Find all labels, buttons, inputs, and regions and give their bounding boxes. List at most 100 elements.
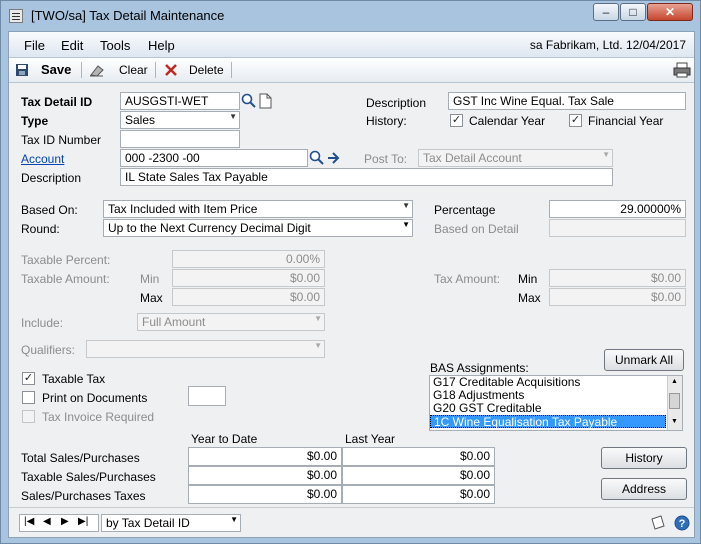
- menu-file[interactable]: File: [24, 38, 45, 53]
- sort-by-dropdown[interactable]: by Tax Detail ID ▼: [101, 514, 241, 532]
- tax-amount-label: Tax Amount:: [434, 272, 501, 286]
- calendar-year-checkbox[interactable]: ✓: [450, 114, 463, 127]
- sales-taxes-label: Sales/Purchases Taxes: [21, 489, 146, 503]
- tax-invoice-required-checkbox[interactable]: [22, 410, 35, 423]
- window-title: [TWO/sa] Tax Detail Maintenance: [31, 8, 225, 23]
- unmark-all-button[interactable]: Unmark All: [604, 349, 684, 371]
- post-to-label: Post To:: [364, 152, 408, 166]
- lookup-icon[interactable]: [241, 93, 257, 109]
- post-to-dropdown[interactable]: Tax Detail Account ▼: [418, 149, 613, 167]
- list-item[interactable]: G20 GST Creditable: [430, 402, 682, 415]
- client-area: File Edit Tools Help sa Fabrikam, Ltd. 1…: [8, 31, 695, 538]
- based-on-dropdown[interactable]: Tax Included with Item Price ▼: [103, 200, 413, 218]
- menu-bar: File Edit Tools Help sa Fabrikam, Ltd. 1…: [9, 32, 694, 58]
- account-lookup-icon[interactable]: [309, 150, 325, 166]
- total-sales-label: Total Sales/Purchases: [21, 451, 140, 465]
- taxable-max-label: Max: [140, 291, 163, 305]
- scrollbar[interactable]: ▲ ▼: [667, 376, 682, 430]
- total-sales-ytd: $0.00: [188, 447, 342, 466]
- arrow-right-icon[interactable]: [327, 151, 340, 165]
- percentage-label: Percentage: [434, 203, 496, 217]
- delete-button[interactable]: Delete: [189, 63, 224, 77]
- description-field[interactable]: GST Inc Wine Equal. Tax Sale: [448, 92, 686, 110]
- new-document-icon[interactable]: [259, 93, 272, 109]
- print-on-documents-field[interactable]: [188, 386, 226, 406]
- taxable-tax-checkbox[interactable]: ✓: [22, 372, 35, 385]
- delete-icon[interactable]: [164, 63, 178, 77]
- scroll-down-icon[interactable]: ▼: [671, 418, 678, 425]
- toolbar-separator: [231, 62, 232, 78]
- maximize-button[interactable]: □: [620, 3, 646, 21]
- menu-edit[interactable]: Edit: [61, 38, 83, 53]
- previous-record-icon[interactable]: ◀: [43, 516, 51, 527]
- next-record-icon[interactable]: ▶: [61, 516, 69, 527]
- save-button[interactable]: Save: [41, 62, 71, 77]
- type-value: Sales: [125, 113, 156, 127]
- description-label: Description: [366, 96, 427, 110]
- include-dropdown[interactable]: Full Amount ▼: [137, 313, 325, 331]
- scroll-thumb[interactable]: [669, 393, 680, 409]
- sort-by-value: by Tax Detail ID: [106, 516, 190, 530]
- based-on-value: Tax Included with Item Price: [108, 202, 258, 216]
- percentage-field[interactable]: 29.00000%: [549, 200, 686, 218]
- history-button[interactable]: History: [601, 447, 687, 469]
- taxable-percent-label: Taxable Percent:: [21, 253, 111, 267]
- taxable-sales-ytd: $0.00: [188, 466, 342, 485]
- note-icon[interactable]: [650, 515, 666, 531]
- tax-detail-id-label: Tax Detail ID: [21, 95, 93, 109]
- account-description-field: IL State Sales Tax Payable: [120, 168, 613, 186]
- first-record-icon[interactable]: |◀: [24, 516, 34, 527]
- print-on-documents-checkbox[interactable]: [22, 391, 35, 404]
- scroll-up-icon[interactable]: ▲: [671, 378, 678, 385]
- user-info: sa Fabrikam, Ltd. 12/04/2017: [529, 38, 686, 52]
- chevron-down-icon: ▼: [314, 341, 322, 350]
- list-item-selected[interactable]: 1C Wine Equalisation Tax Payable: [430, 415, 666, 429]
- chevron-down-icon: ▼: [402, 201, 410, 210]
- taxable-sales-label: Taxable Sales/Purchases: [21, 470, 156, 484]
- record-navigation: |◀ ◀ ▶ ▶|: [19, 514, 99, 532]
- include-label: Include:: [21, 316, 64, 330]
- account-link[interactable]: Account: [21, 152, 64, 166]
- taxable-amount-label: Taxable Amount:: [21, 272, 110, 286]
- total-sales-ly: $0.00: [342, 447, 495, 466]
- round-value: Up to the Next Currency Decimal Digit: [108, 221, 311, 235]
- sales-taxes-ytd: $0.00: [188, 485, 342, 504]
- toolbar-separator: [155, 62, 156, 78]
- menu-tools[interactable]: Tools: [100, 38, 130, 53]
- based-on-detail-label: Based on Detail: [434, 222, 519, 236]
- app-icon: [9, 9, 23, 23]
- tax-detail-id-field[interactable]: AUSGSTI-WET: [120, 92, 240, 110]
- eraser-icon[interactable]: [89, 63, 105, 77]
- qualifiers-dropdown[interactable]: ▼: [86, 340, 325, 358]
- help-icon[interactable]: ?: [674, 515, 690, 531]
- bas-assignments-list[interactable]: G17 Creditable Acquisitions G18 Adjustme…: [429, 375, 683, 431]
- financial-year-checkbox[interactable]: ✓: [569, 114, 582, 127]
- close-button[interactable]: ✕: [647, 3, 693, 21]
- financial-year-label: Financial Year: [588, 114, 664, 128]
- save-icon[interactable]: [15, 63, 29, 77]
- minimize-button[interactable]: –: [593, 3, 619, 21]
- tax-min-field: $0.00: [549, 269, 686, 287]
- chevron-down-icon: ▼: [230, 515, 238, 524]
- year-to-date-header: Year to Date: [191, 432, 258, 446]
- clear-button[interactable]: Clear: [119, 63, 148, 77]
- history-label: History:: [366, 114, 407, 128]
- taxable-tax-label: Taxable Tax: [42, 372, 106, 386]
- taxable-min-field: $0.00: [172, 269, 325, 287]
- title-bar: [TWO/sa] Tax Detail Maintenance – □ ✕: [1, 1, 700, 31]
- toolbar-separator: [81, 62, 82, 78]
- calendar-year-label: Calendar Year: [469, 114, 546, 128]
- round-dropdown[interactable]: Up to the Next Currency Decimal Digit ▼: [103, 219, 413, 237]
- taxable-min-label: Min: [140, 272, 160, 286]
- account-field[interactable]: 000 -2300 -00: [120, 149, 308, 167]
- menu-help[interactable]: Help: [148, 38, 175, 53]
- tax-id-number-field[interactable]: [120, 130, 240, 148]
- based-on-detail-field: [549, 219, 686, 237]
- printer-icon[interactable]: [673, 62, 691, 78]
- last-record-icon[interactable]: ▶|: [78, 516, 88, 527]
- chevron-down-icon: ▼: [402, 220, 410, 229]
- type-dropdown[interactable]: Sales ▼: [120, 111, 240, 129]
- chevron-down-icon: ▼: [229, 112, 237, 121]
- address-button[interactable]: Address: [601, 478, 687, 500]
- sales-taxes-ly: $0.00: [342, 485, 495, 504]
